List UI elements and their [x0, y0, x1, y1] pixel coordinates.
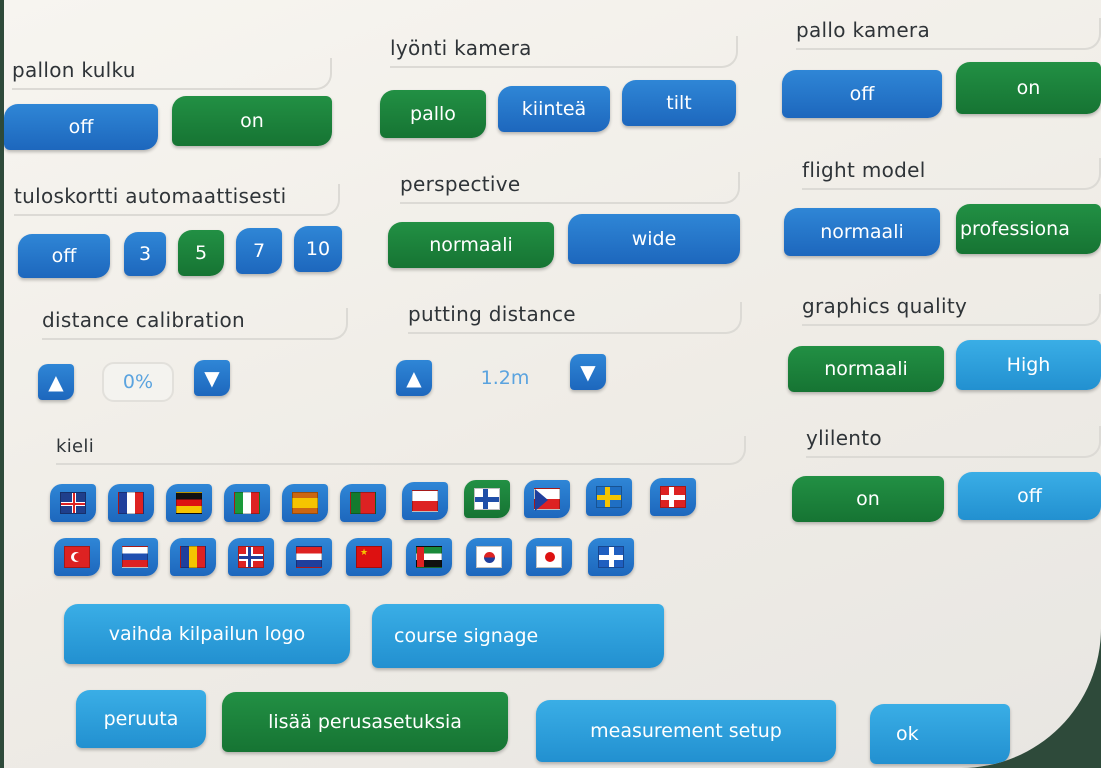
flag-poland-button[interactable] — [402, 482, 448, 520]
putting-down-button[interactable]: ▼ — [570, 354, 606, 390]
lyonti-tilt-button[interactable]: tilt — [622, 80, 736, 126]
tuloskortti-5-button[interactable]: 5 — [178, 230, 224, 276]
flag-uk-button[interactable] — [50, 484, 96, 522]
flag-turkey-button[interactable] — [54, 538, 100, 576]
norway-flag-icon — [238, 546, 264, 568]
graphics-normaali-button[interactable]: normaali — [788, 346, 944, 392]
arrow-up-icon: ▲ — [48, 370, 64, 394]
kieli-label: kieli — [56, 436, 746, 465]
lisaa-perusasetuksia-button[interactable]: lisää perusasetuksia — [222, 692, 508, 752]
ylilento-label: ylilento — [806, 426, 1101, 458]
flag-russia-button[interactable] — [112, 538, 158, 576]
sweden-flag-icon — [596, 486, 622, 508]
tuloskortti-3-button[interactable]: 3 — [124, 232, 166, 276]
pallon-kulku-off-button[interactable]: off — [4, 104, 158, 150]
flag-china-button[interactable]: ★ — [346, 538, 392, 576]
portugal-flag-icon — [350, 492, 376, 514]
course-signage-button[interactable]: course signage — [372, 604, 664, 668]
tuloskortti-10-button[interactable]: 10 — [294, 226, 342, 272]
distance-down-button[interactable]: ▼ — [194, 360, 230, 396]
ok-button[interactable]: ok — [870, 704, 1010, 764]
vaihda-logo-button[interactable]: vaihda kilpailun logo — [64, 604, 350, 664]
flag-denmark-button[interactable] — [650, 478, 696, 516]
tuloskortti-7-button[interactable]: 7 — [236, 228, 282, 274]
pallon-kulku-on-button[interactable]: on — [172, 96, 332, 146]
finland-flag-icon — [474, 488, 500, 510]
distance-up-button[interactable]: ▲ — [38, 364, 74, 400]
flag-korea-button[interactable] — [466, 538, 512, 576]
denmark-flag-icon — [660, 486, 686, 508]
korea-flag-icon — [476, 546, 502, 568]
russia-flag-icon — [122, 546, 148, 568]
turkey-flag-icon — [64, 546, 90, 568]
flag-portugal-button[interactable] — [340, 484, 386, 522]
netherlands-flag-icon — [296, 546, 322, 568]
ylilento-on-button[interactable]: on — [792, 476, 944, 522]
graphics-high-button[interactable]: High — [956, 340, 1101, 390]
flag-czech-button[interactable] — [524, 480, 570, 518]
flag-spain-button[interactable] — [282, 484, 328, 522]
pallo-kamera-label: pallo kamera — [796, 18, 1101, 50]
arrow-down-icon: ▼ — [580, 360, 596, 384]
peruuta-button[interactable]: peruuta — [76, 690, 206, 748]
flag-japan-button[interactable] — [526, 538, 572, 576]
putting-distance-label: putting distance — [408, 302, 742, 334]
quebec-flag-icon — [598, 546, 624, 568]
lyonti-kamera-label: lyönti kamera — [390, 36, 738, 68]
flight-model-normaali-button[interactable]: normaali — [784, 208, 940, 256]
arrow-down-icon: ▼ — [204, 366, 220, 390]
graphics-quality-label: graphics quality — [802, 294, 1101, 326]
italy-flag-icon — [234, 492, 260, 514]
spain-flag-icon — [292, 492, 318, 514]
uae-flag-icon — [416, 546, 442, 568]
flag-sweden-button[interactable] — [586, 478, 632, 516]
czech-flag-icon — [534, 488, 560, 511]
flag-uae-button[interactable] — [406, 538, 452, 576]
flight-model-professional-button[interactable]: professiona — [956, 204, 1101, 254]
japan-flag-icon — [536, 546, 562, 568]
arrow-up-icon: ▲ — [406, 366, 422, 390]
distance-calibration-label: distance calibration — [42, 308, 348, 340]
flag-france-button[interactable] — [108, 484, 154, 522]
france-flag-icon — [118, 492, 144, 514]
pallo-kamera-on-button[interactable]: on — [956, 62, 1101, 114]
ylilento-off-button[interactable]: off — [958, 472, 1101, 520]
flag-finland-button[interactable] — [464, 480, 510, 518]
tuloskortti-off-button[interactable]: off — [18, 234, 110, 278]
flag-germany-button[interactable] — [166, 484, 212, 522]
flag-quebec-button[interactable] — [588, 538, 634, 576]
perspective-label: perspective — [400, 172, 740, 204]
distance-calibration-value: 0% — [102, 362, 174, 402]
perspective-wide-button[interactable]: wide — [568, 214, 740, 264]
china-flag-icon: ★ — [356, 546, 382, 568]
romania-flag-icon — [180, 546, 206, 568]
flag-norway-button[interactable] — [228, 538, 274, 576]
flight-model-label: flight model — [802, 158, 1101, 190]
pallo-kamera-off-button[interactable]: off — [782, 70, 942, 118]
settings-screen: pallon kulku off on tuloskortti automaat… — [4, 0, 1101, 768]
poland-flag-icon — [412, 490, 438, 512]
putting-up-button[interactable]: ▲ — [396, 360, 432, 396]
flag-netherlands-button[interactable] — [286, 538, 332, 576]
uk-flag-icon — [60, 492, 86, 514]
tuloskortti-label: tuloskortti automaattisesti — [14, 184, 340, 216]
putting-distance-value: 1.2m — [480, 367, 530, 389]
flag-romania-button[interactable] — [170, 538, 216, 576]
lyonti-pallo-button[interactable]: pallo — [380, 90, 486, 138]
perspective-normaali-button[interactable]: normaali — [388, 222, 554, 268]
germany-flag-icon — [176, 492, 202, 514]
flag-italy-button[interactable] — [224, 484, 270, 522]
lyonti-kiintea-button[interactable]: kiinteä — [498, 86, 610, 132]
measurement-setup-button[interactable]: measurement setup — [536, 700, 836, 762]
pallon-kulku-label: pallon kulku — [12, 58, 332, 90]
